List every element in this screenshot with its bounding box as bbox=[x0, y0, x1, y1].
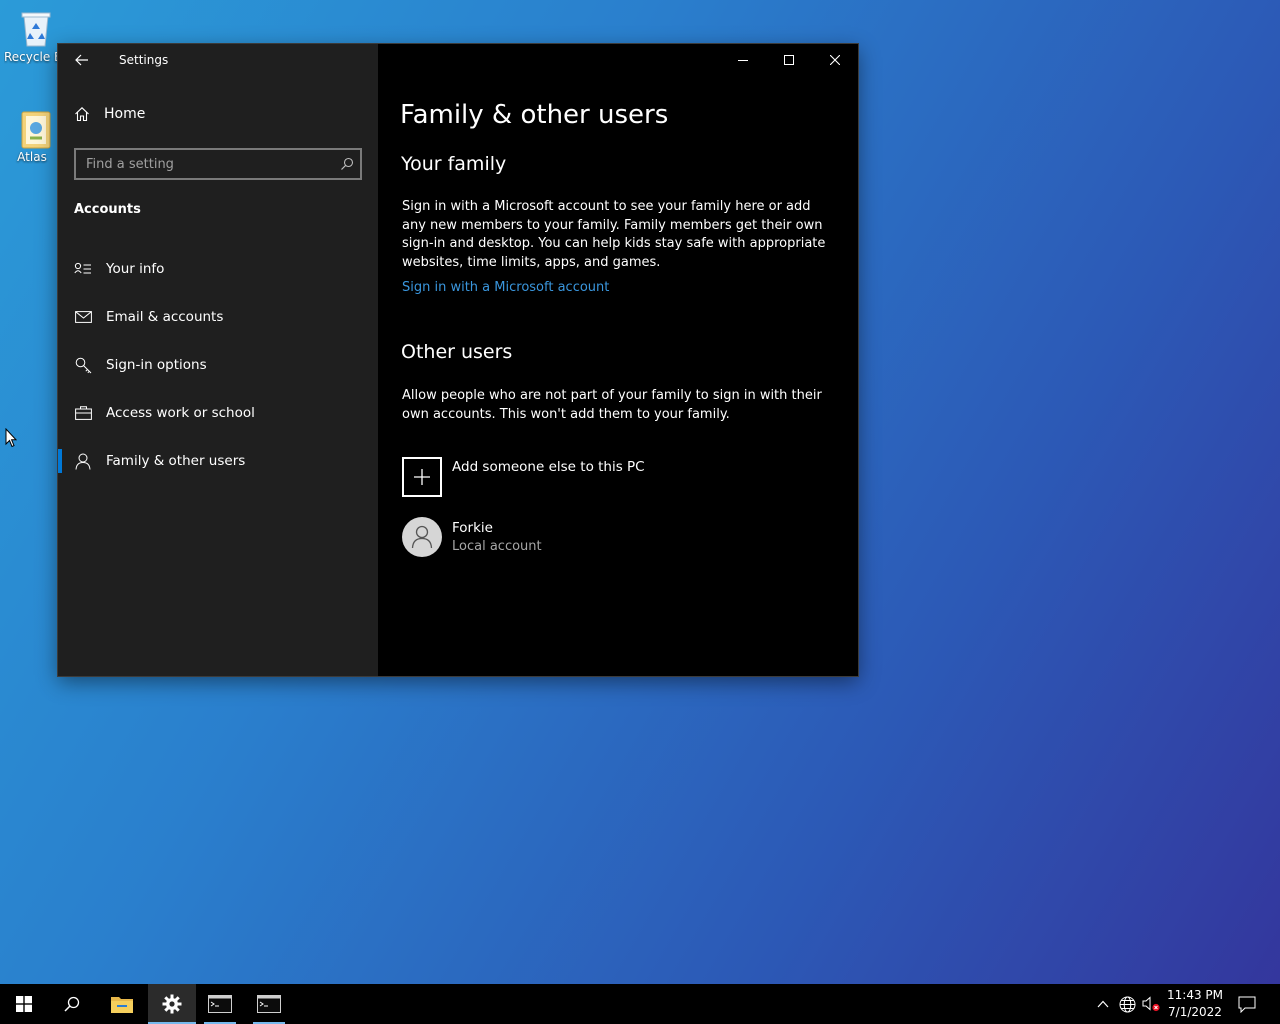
minimize-button[interactable] bbox=[720, 44, 766, 76]
section-heading: Accounts bbox=[74, 202, 141, 217]
briefcase-icon bbox=[74, 404, 92, 422]
close-button[interactable] bbox=[812, 44, 858, 76]
sidebar-item-your-info[interactable]: Your info bbox=[58, 249, 378, 289]
key-icon bbox=[74, 356, 92, 374]
close-icon bbox=[830, 55, 840, 65]
terminal-icon bbox=[257, 995, 281, 1013]
recycle-bin-icon bbox=[18, 8, 54, 48]
avatar bbox=[402, 517, 442, 557]
sign-in-microsoft-link[interactable]: Sign in with a Microsoft account bbox=[402, 280, 609, 295]
add-someone-label: Add someone else to this PC bbox=[452, 459, 645, 475]
plus-icon bbox=[402, 457, 442, 497]
back-button[interactable] bbox=[68, 48, 96, 72]
sidebar-item-email-accounts[interactable]: Email & accounts bbox=[58, 297, 378, 337]
sidebar-item-label: Email & accounts bbox=[106, 309, 224, 325]
sidebar-item-family-other-users[interactable]: Family & other users bbox=[58, 441, 378, 481]
maximize-icon bbox=[784, 55, 794, 65]
show-hidden-icons-button[interactable] bbox=[1092, 984, 1114, 1024]
volume-button[interactable] bbox=[1139, 984, 1163, 1024]
window-controls bbox=[720, 44, 858, 76]
speaker-muted-icon bbox=[1142, 996, 1160, 1012]
folder-icon bbox=[111, 997, 133, 1013]
taskbar-clock[interactable]: 11:43 PM 7/1/2022 bbox=[1166, 987, 1224, 1021]
terminal-icon bbox=[208, 995, 232, 1013]
search-icon bbox=[64, 996, 80, 1012]
home-link[interactable]: Home bbox=[74, 106, 145, 122]
search-icon[interactable] bbox=[340, 157, 354, 175]
page-title: Family & other users bbox=[400, 100, 669, 130]
home-icon bbox=[75, 107, 89, 122]
clock-time: 11:43 PM bbox=[1167, 988, 1223, 1002]
your-family-description: Sign in with a Microsoft account to see … bbox=[402, 199, 826, 270]
mail-icon bbox=[74, 308, 92, 326]
settings-window: Settings Home Accounts Your info bbox=[58, 44, 858, 676]
app-title: Settings bbox=[119, 53, 169, 67]
user-account-type: Local account bbox=[452, 539, 542, 554]
search-input[interactable] bbox=[86, 156, 326, 172]
other-users-heading: Other users bbox=[401, 341, 513, 363]
contact-info-icon bbox=[74, 260, 92, 278]
taskbar-terminal-1[interactable] bbox=[196, 984, 244, 1024]
person-icon bbox=[74, 452, 92, 470]
user-avatar-icon bbox=[411, 525, 433, 549]
sidebar-item-label: Sign-in options bbox=[106, 357, 207, 373]
desktop-icon-label: Recycle Bin bbox=[4, 50, 60, 64]
your-family-heading: Your family bbox=[401, 153, 507, 175]
sidebar-item-label: Family & other users bbox=[106, 453, 246, 469]
taskbar-settings[interactable] bbox=[148, 984, 196, 1024]
windows-logo-icon bbox=[16, 996, 32, 1012]
mouse-cursor-icon bbox=[5, 427, 18, 452]
content-pane: Family & other users Your family Sign in… bbox=[378, 44, 858, 676]
add-someone-button[interactable]: Add someone else to this PC bbox=[402, 457, 645, 497]
gear-icon bbox=[162, 994, 182, 1014]
action-center-button[interactable] bbox=[1228, 984, 1266, 1024]
notification-icon bbox=[1238, 996, 1256, 1013]
taskbar-file-explorer[interactable] bbox=[98, 984, 146, 1024]
desktop-icon-label: Atlas bbox=[17, 150, 47, 164]
network-button[interactable] bbox=[1116, 984, 1138, 1024]
clock-date: 7/1/2022 bbox=[1168, 1005, 1222, 1019]
start-button[interactable] bbox=[0, 984, 48, 1024]
user-account-item[interactable]: Forkie Local account bbox=[402, 517, 542, 557]
search-box[interactable] bbox=[74, 148, 362, 180]
taskbar-search-button[interactable] bbox=[48, 984, 96, 1024]
user-info: Forkie Local account bbox=[452, 520, 542, 554]
home-label: Home bbox=[104, 106, 146, 122]
globe-icon bbox=[1119, 996, 1135, 1012]
back-arrow-icon bbox=[75, 54, 88, 66]
taskbar-terminal-2[interactable] bbox=[245, 984, 293, 1024]
sidebar: Settings Home Accounts Your info bbox=[58, 44, 378, 676]
maximize-button[interactable] bbox=[766, 44, 812, 76]
other-users-description: Allow people who are not part of your fa… bbox=[402, 388, 822, 422]
title-bar[interactable]: Settings bbox=[58, 44, 378, 76]
sidebar-item-label: Your info bbox=[106, 261, 165, 277]
minimize-icon bbox=[738, 60, 748, 61]
user-name: Forkie bbox=[452, 520, 493, 536]
folder-icon bbox=[18, 108, 54, 149]
chevron-up-icon bbox=[1097, 1000, 1109, 1008]
sidebar-item-label: Access work or school bbox=[106, 405, 255, 421]
sidebar-item-sign-in-options[interactable]: Sign-in options bbox=[58, 345, 378, 385]
taskbar: 11:43 PM 7/1/2022 bbox=[0, 984, 1280, 1024]
sidebar-item-access-work-school[interactable]: Access work or school bbox=[58, 393, 378, 433]
